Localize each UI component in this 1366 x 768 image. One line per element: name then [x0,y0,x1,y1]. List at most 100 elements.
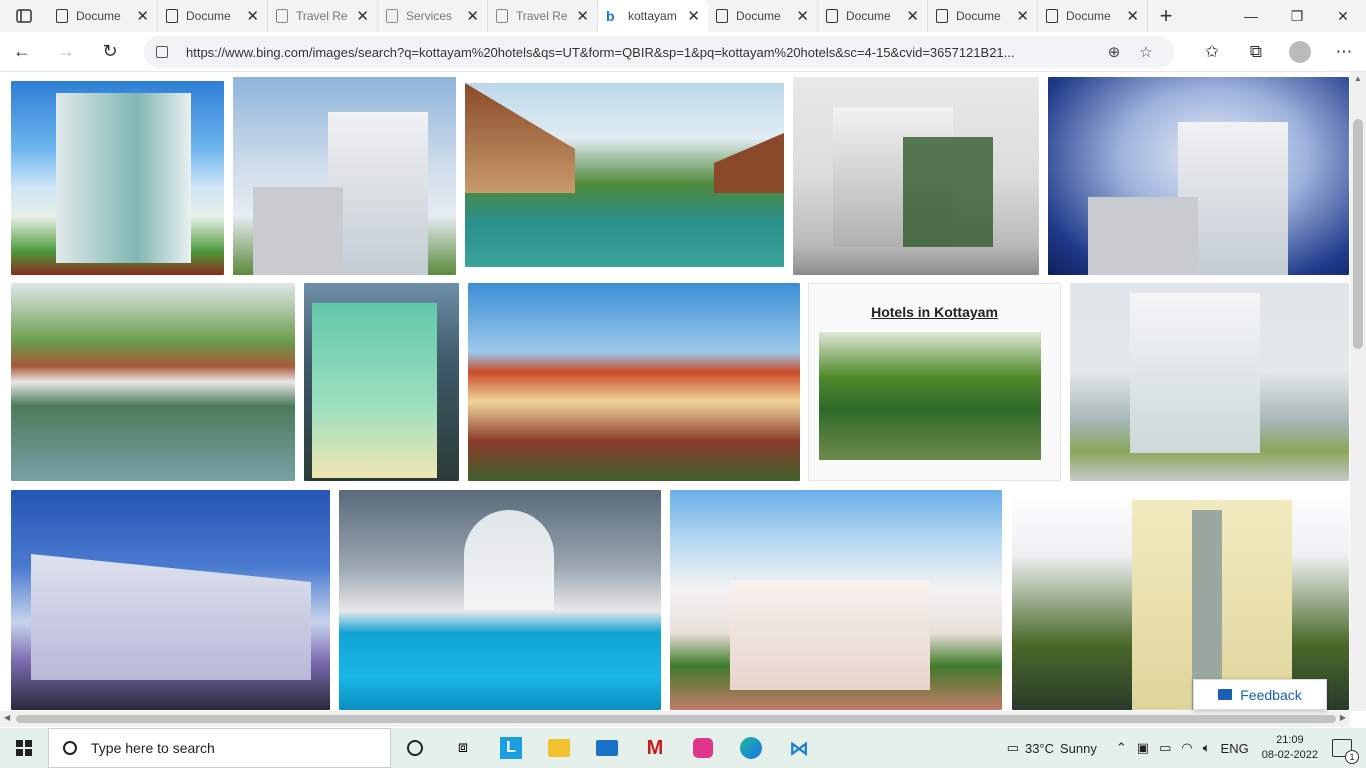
document-icon [1046,9,1058,23]
new-tab-button[interactable]: + [1148,0,1184,32]
hotel-image-5[interactable] [1048,77,1349,275]
bing-icon: b [606,8,615,24]
hotel-image-13[interactable] [670,490,1002,710]
chevron-up-icon[interactable]: ⌃ [1116,740,1127,756]
close-tab-icon[interactable]: ✕ [1126,7,1139,25]
weather-widget[interactable]: ▭ 33°C Sunny [1007,740,1097,756]
document-icon [56,9,68,23]
hotel-image-1[interactable] [11,81,224,275]
tab-services[interactable]: Services ✕ [378,0,488,32]
close-tab-icon[interactable]: ✕ [906,7,919,25]
minimize-icon: — [1244,8,1258,24]
horizontal-scrollbar[interactable]: ◀ ▶ [0,711,1350,727]
close-tab-icon[interactable]: ✕ [246,7,259,25]
horizontal-scroll-thumb[interactable] [16,715,1336,723]
vertical-scroll-thumb[interactable] [1353,119,1363,349]
tab-document-2[interactable]: Docume ✕ [158,0,268,32]
address-bar[interactable]: https://www.bing.com/images/search?q=kot… [144,36,1174,68]
vertical-scrollbar[interactable]: ▲ [1350,72,1366,711]
shield-icon: M [646,736,664,759]
forward-arrow-icon: → [57,41,75,61]
hotel-image-8[interactable] [468,283,800,481]
hotel-image-12[interactable] [339,490,661,710]
start-button[interactable] [0,728,48,768]
close-window-button[interactable]: ✕ [1320,0,1366,32]
document-icon [716,9,728,23]
hotel-image-4[interactable] [793,77,1039,275]
clock-date: 08-02-2022 [1261,749,1318,761]
profile-avatar[interactable] [1289,41,1311,63]
restore-button[interactable]: ❐ [1274,0,1320,32]
favorites-button[interactable]: ✩ [1190,42,1234,62]
tab-document-6[interactable]: Docume ✕ [1038,0,1148,32]
minimize-button[interactable]: — [1228,0,1274,32]
hotel-image-2[interactable] [233,77,456,275]
task-view-button[interactable]: ⧈ [439,728,487,768]
hotel-image-14[interactable] [1012,490,1349,710]
scroll-right-icon[interactable]: ▶ [1340,713,1346,722]
document-icon [276,9,288,23]
collections-button[interactable]: ⧉ [1234,42,1278,62]
hotel-image-6[interactable] [11,283,295,481]
collections-icon: ⧉ [1249,42,1263,61]
taskbar-search-placeholder: Type here to search [91,740,215,756]
tab-document-3[interactable]: Docume ✕ [708,0,818,32]
tab-document-4[interactable]: Docume ✕ [818,0,928,32]
weather-text: Sunny [1060,740,1097,756]
clock-time: 21:09 [1276,734,1304,746]
mcafee-button[interactable]: M [631,728,679,768]
hotel-image-7[interactable] [304,283,459,481]
close-tab-icon[interactable]: ✕ [576,7,589,25]
app-l-icon: L [500,737,522,759]
wps-button[interactable] [679,728,727,768]
folder-icon [548,739,570,757]
hotel-image-11[interactable] [11,490,330,710]
file-explorer-button[interactable] [535,728,583,768]
tab-document-1[interactable]: Docume ✕ [48,0,158,32]
close-tab-icon[interactable]: ✕ [796,7,809,25]
tab-travel-1[interactable]: Travel Re ✕ [268,0,378,32]
battery-icon[interactable]: ▭ [1159,740,1171,756]
forward-button[interactable]: → [44,32,88,72]
edge-button[interactable] [727,728,775,768]
tab-actions-icon [16,9,32,23]
clock[interactable]: 21:09 08-02-2022 [1262,733,1318,763]
lock-icon [156,46,168,58]
close-tab-icon[interactable]: ✕ [687,7,700,25]
zoom-icon[interactable]: ⊕ [1098,43,1130,61]
url-text[interactable]: https://www.bing.com/images/search?q=kot… [186,45,1098,60]
settings-menu-button[interactable]: ⋯ [1322,42,1366,62]
taskbar: Type here to search ⧈ L M ⋈ ▭ 33°C Sunny… [0,728,1366,768]
document-icon [166,9,178,23]
cortana-button[interactable] [391,728,439,768]
wps-icon [693,738,713,758]
hotel-image-9[interactable]: Hotels in Kottayam [808,283,1061,481]
tab-document-5[interactable]: Docume ✕ [928,0,1038,32]
language-indicator[interactable]: ENG [1221,741,1249,756]
tab-kottayam[interactable]: b kottayam ✕ [598,0,708,32]
hotel-image-3[interactable] [465,83,784,267]
close-tab-icon[interactable]: ✕ [466,7,479,25]
scroll-left-icon[interactable]: ◀ [4,713,10,722]
feedback-button[interactable]: Feedback [1193,679,1327,710]
close-tab-icon[interactable]: ✕ [1016,7,1029,25]
hotel-sign-text: Hotels in Kottayam [871,304,998,320]
volume-icon[interactable]: 🔈︎ [1203,740,1211,756]
refresh-button[interactable]: ↻ [88,32,132,72]
close-tab-icon[interactable]: ✕ [136,7,149,25]
hotel-image-10[interactable] [1070,283,1349,481]
vscode-button[interactable]: ⋈ [775,728,823,768]
taskbar-search[interactable]: Type here to search [48,728,391,768]
close-tab-icon[interactable]: ✕ [356,7,369,25]
document-icon [496,9,508,23]
device-icon[interactable]: ▣ [1137,740,1149,756]
app-l-button[interactable]: L [487,728,535,768]
tab-travel-2[interactable]: Travel Re ✕ [488,0,598,32]
back-button[interactable]: ← [0,32,44,72]
add-favorite-icon[interactable]: ☆ [1130,43,1162,61]
scroll-up-icon[interactable]: ▲ [1354,74,1362,83]
wifi-icon[interactable]: ◠ [1181,740,1192,756]
tab-actions-button[interactable] [0,0,48,32]
notification-button[interactable]: 1 [1332,739,1359,764]
mail-button[interactable] [583,728,631,768]
